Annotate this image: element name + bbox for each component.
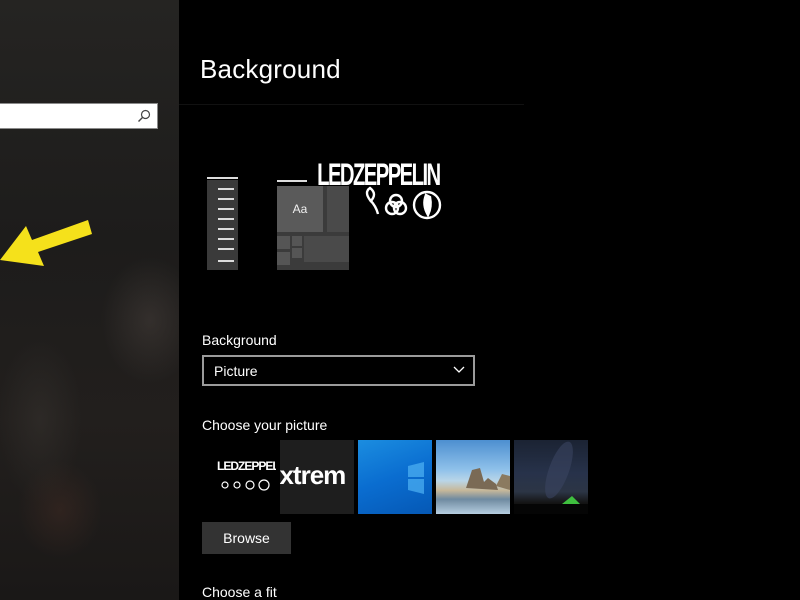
page-title: Background <box>200 54 341 84</box>
preview-tile <box>292 236 302 246</box>
preview-line <box>277 180 307 182</box>
left-pane <box>0 0 179 600</box>
search-box[interactable] <box>0 103 158 129</box>
ledzeppelin-thumb-image: LEDZEPPELIN <box>217 459 276 491</box>
chevron-down-icon <box>453 366 465 373</box>
preview-line <box>207 177 238 179</box>
background-dropdown-value: Picture <box>214 362 258 379</box>
preview-tile <box>292 248 302 258</box>
thumbnail-caption: LEDZEPPELIN <box>217 459 276 473</box>
background-label: Background <box>202 332 277 348</box>
preview-line <box>218 218 234 220</box>
preview-tile <box>277 236 290 249</box>
choose-picture-label: Choose your picture <box>202 417 328 433</box>
ledzeppelin-logo: LEDZEPPELIN <box>317 157 442 220</box>
preview-line <box>218 188 234 190</box>
thumbnail-night-sky[interactable] <box>514 440 588 514</box>
preview-line <box>218 198 234 200</box>
picture-thumbnails: LEDZEPPELIN extrem <box>202 440 602 515</box>
divider <box>179 104 524 105</box>
yellow-arrow-icon <box>0 220 92 266</box>
choose-fit-label: Choose a fit <box>202 584 277 600</box>
preview-line <box>218 208 234 210</box>
preview-tile <box>304 236 349 262</box>
thumbnail-windows-blue[interactable] <box>358 440 432 514</box>
beach-image <box>466 468 510 490</box>
thumbnail-beach[interactable] <box>436 440 510 514</box>
preview-tile <box>277 252 290 265</box>
desktop-preview: Aa LEDZEPPELIN <box>207 150 447 272</box>
preview-line <box>218 228 234 230</box>
search-icon[interactable] <box>137 109 151 123</box>
search-input[interactable] <box>0 104 137 128</box>
settings-content: Background Aa LEDZEPPELIN Background Pic… <box>179 0 800 600</box>
windows-logo-icon <box>408 462 424 494</box>
night-sky-image <box>514 441 588 514</box>
thumbnail-ledzeppelin[interactable]: LEDZEPPELIN <box>202 440 276 514</box>
preview-line <box>218 238 234 240</box>
preview-start-menu <box>207 177 238 270</box>
background-dropdown[interactable]: Picture <box>202 355 475 386</box>
svg-text:LEDZEPPELIN: LEDZEPPELIN <box>317 157 440 193</box>
preview-line <box>218 260 234 262</box>
browse-button[interactable]: Browse <box>202 522 291 554</box>
preview-line <box>218 248 234 250</box>
thumbnail-brand[interactable]: extrem <box>280 440 354 514</box>
thumbnail-caption: extrem <box>280 460 346 490</box>
